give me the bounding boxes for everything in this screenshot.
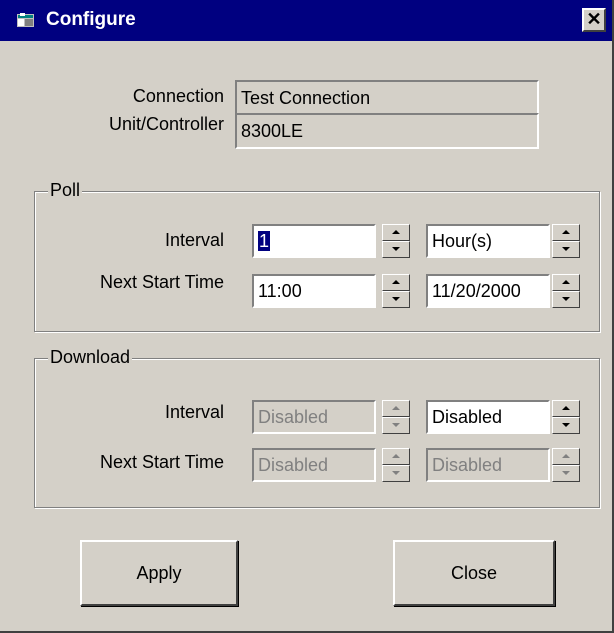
connection-label: Connection: [132, 86, 224, 106]
arrow-down-icon: [392, 423, 400, 427]
close-window-button[interactable]: ✕: [582, 8, 606, 32]
download-next-start-date-input[interactable]: Disabled: [426, 448, 550, 482]
download-next-start-date-spinner[interactable]: [552, 448, 580, 482]
arrow-up-icon: [392, 230, 400, 234]
poll-next-start-date-spinner[interactable]: [552, 274, 580, 308]
arrow-down-icon: [562, 297, 570, 301]
poll-interval-unit-spinner[interactable]: [552, 224, 580, 258]
window-app-icon: [17, 13, 34, 27]
poll-interval-down-button[interactable]: [382, 241, 410, 258]
arrow-up-icon: [392, 454, 400, 458]
download-interval-unit-input[interactable]: Disabled: [426, 400, 550, 434]
poll-next-start-label: Next Start Time: [99, 272, 224, 292]
apply-button[interactable]: Apply: [80, 540, 238, 606]
arrow-down-icon: [392, 247, 400, 251]
poll-interval-unit-input[interactable]: Hour(s): [426, 224, 550, 258]
poll-interval-up-button[interactable]: [382, 224, 410, 241]
arrow-down-icon: [562, 247, 570, 251]
download-next-start-date-up-button[interactable]: [552, 448, 580, 465]
poll-next-start-time-up-button[interactable]: [382, 274, 410, 291]
download-next-start-time-spinner[interactable]: [382, 448, 410, 482]
download-next-start-time-input[interactable]: Disabled: [252, 448, 376, 482]
arrow-up-icon: [562, 230, 570, 234]
close-button[interactable]: Close: [393, 540, 555, 606]
poll-next-start-date-input[interactable]: 11/20/2000: [426, 274, 550, 308]
arrow-down-icon: [392, 471, 400, 475]
unit-controller-label: Unit/Controller: [108, 114, 224, 134]
download-interval-input[interactable]: Disabled: [252, 400, 376, 434]
arrow-down-icon: [392, 297, 400, 301]
poll-interval-input[interactable]: 1: [252, 224, 376, 258]
arrow-up-icon: [562, 454, 570, 458]
poll-interval-unit-down-button[interactable]: [552, 241, 580, 258]
download-next-start-time-down-button[interactable]: [382, 465, 410, 482]
poll-next-start-time-input[interactable]: 11:00: [252, 274, 376, 308]
poll-next-start-date-up-button[interactable]: [552, 274, 580, 291]
poll-next-start-time-down-button[interactable]: [382, 291, 410, 308]
download-interval-up-button[interactable]: [382, 400, 410, 417]
download-group-label: Download: [48, 347, 133, 368]
arrow-up-icon: [392, 280, 400, 284]
poll-interval-unit-up-button[interactable]: [552, 224, 580, 241]
download-interval-unit-down-button[interactable]: [552, 417, 580, 434]
configure-dialog: Configure ✕ Connection Test Connection U…: [0, 0, 614, 633]
arrow-down-icon: [562, 471, 570, 475]
window-title: Configure: [46, 9, 136, 30]
poll-interval-value: 1: [258, 231, 271, 251]
download-interval-unit-up-button[interactable]: [552, 400, 580, 417]
arrow-up-icon: [392, 406, 400, 410]
poll-group: [34, 191, 600, 332]
unit-controller-field: 8300LE: [235, 113, 539, 149]
poll-next-start-time-spinner[interactable]: [382, 274, 410, 308]
download-next-start-date-down-button[interactable]: [552, 465, 580, 482]
arrow-up-icon: [562, 280, 570, 284]
connection-field: Test Connection: [235, 80, 539, 116]
download-interval-down-button[interactable]: [382, 417, 410, 434]
poll-next-start-date-down-button[interactable]: [552, 291, 580, 308]
download-interval-unit-spinner[interactable]: [552, 400, 580, 434]
download-interval-label: Interval: [164, 402, 224, 422]
arrow-up-icon: [562, 406, 570, 410]
download-next-start-time-up-button[interactable]: [382, 448, 410, 465]
close-icon: ✕: [586, 9, 602, 29]
poll-interval-label: Interval: [164, 230, 224, 250]
download-interval-spinner[interactable]: [382, 400, 410, 434]
poll-group-label: Poll: [48, 180, 83, 201]
download-next-start-label: Next Start Time: [99, 452, 224, 472]
title-bar[interactable]: Configure ✕: [0, 0, 612, 41]
arrow-down-icon: [562, 423, 570, 427]
poll-interval-spinner[interactable]: [382, 224, 410, 258]
